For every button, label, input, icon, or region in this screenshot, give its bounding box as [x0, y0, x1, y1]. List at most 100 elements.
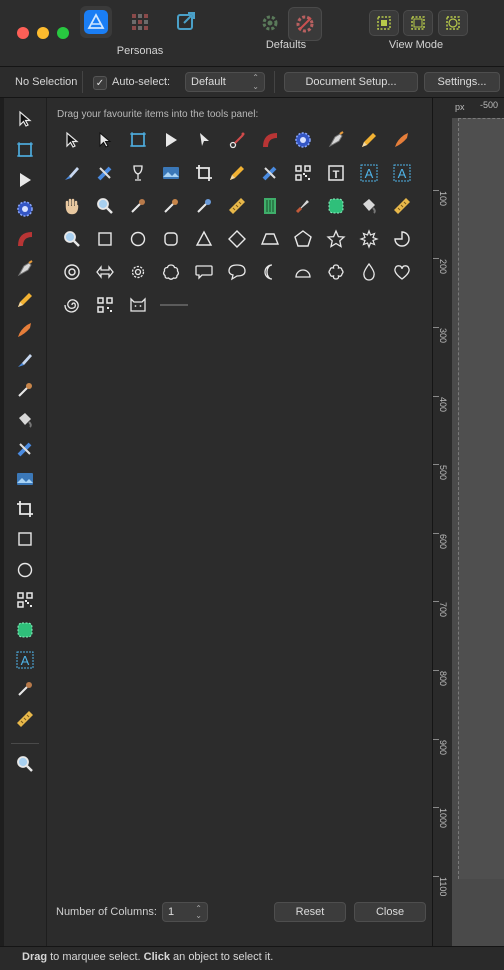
cloud-shape-tool-icon[interactable] — [157, 258, 185, 286]
zoom-window-button[interactable] — [57, 27, 69, 39]
toolbar-fill-bucket-tool-icon[interactable] — [10, 406, 40, 434]
color-picker-tool-icon[interactable] — [157, 192, 185, 220]
teardrop-tool-icon[interactable] — [355, 258, 383, 286]
pencil-tool-icon[interactable] — [223, 159, 251, 187]
toolbar-paint-brush-tool-icon[interactable] — [10, 346, 40, 374]
artboard[interactable] — [458, 118, 504, 879]
qr-code-tool-icon[interactable] — [289, 159, 317, 187]
hand-tool-icon[interactable] — [58, 192, 86, 220]
toolbar-corner-tool-icon[interactable] — [10, 166, 40, 194]
view-mode-separated-button[interactable] — [369, 10, 399, 36]
toolbar-ellipse-tool-icon[interactable] — [10, 556, 40, 584]
paint-mixer-tool-icon[interactable] — [91, 159, 119, 187]
toolbar-shape-builder-tool-icon[interactable] — [10, 616, 40, 644]
gradient-eyedropper-tool-icon[interactable] — [190, 192, 218, 220]
toolbar-zoom-tool-icon[interactable] — [10, 750, 40, 778]
toolbar-artistic-text-tool-icon[interactable]: A — [10, 646, 40, 674]
reset-button[interactable]: Reset — [274, 902, 346, 922]
minimize-window-button[interactable] — [37, 27, 49, 39]
toolbar-artboard-tool-icon[interactable] — [10, 136, 40, 164]
donut-tool-icon[interactable] — [58, 258, 86, 286]
auto-select-dropdown[interactable]: Default ⌃ ⌄ — [185, 72, 265, 92]
corner-tool-icon[interactable] — [157, 126, 185, 154]
artistic-text-tool-icon[interactable]: A — [355, 159, 383, 187]
toolbar-place-image-tool-icon[interactable] — [10, 465, 40, 493]
pentagon-tool-icon[interactable] — [289, 225, 317, 253]
point-transform-tool-icon[interactable] — [190, 126, 218, 154]
toolbar-transparency-tool-icon[interactable] — [10, 195, 40, 223]
brush-tool-icon[interactable] — [256, 159, 284, 187]
crop-tool-icon[interactable] — [190, 159, 218, 187]
settings-button[interactable]: Settings... — [424, 72, 500, 92]
toolbar-pencil-tool-icon[interactable] — [10, 286, 40, 314]
place-image-tool-icon[interactable] — [157, 159, 185, 187]
designer-persona-button[interactable] — [80, 6, 112, 38]
text-path-tool-icon[interactable]: A — [388, 159, 416, 187]
document-setup-button[interactable]: Document Setup... — [284, 72, 418, 92]
paint-brush-tool-icon[interactable] — [58, 159, 86, 187]
vector-brush-tool-icon[interactable] — [388, 126, 416, 154]
flower-tool-icon[interactable] — [322, 258, 350, 286]
toolbar-color-picker-tool-icon[interactable] — [10, 376, 40, 404]
double-arrow-tool-icon[interactable] — [91, 258, 119, 286]
node-tool-icon[interactable] — [91, 126, 119, 154]
zoom-tool-icon[interactable] — [91, 192, 119, 220]
close-window-button[interactable] — [17, 27, 29, 39]
callout-ellipse-tool-icon[interactable] — [223, 258, 251, 286]
toolbar-vector-pen-tool-icon[interactable] — [10, 255, 40, 283]
transparency-tool-icon[interactable] — [289, 126, 317, 154]
toolbar-fill-tool-icon[interactable] — [10, 225, 40, 253]
segment-tool-icon[interactable] — [289, 258, 317, 286]
ruler-tool-icon[interactable] — [388, 192, 416, 220]
toolbar-rectangle-tool-icon[interactable] — [10, 525, 40, 553]
toolbar-ruler-tool-icon[interactable] — [10, 705, 40, 733]
callout-rect-tool-icon[interactable] — [190, 258, 218, 286]
columns-stepper[interactable]: 1 ⌃ ⌄ — [162, 902, 208, 922]
vector-pen-tool-icon[interactable] — [322, 126, 350, 154]
measure-tool-icon[interactable] — [223, 192, 251, 220]
line-tool-icon[interactable] — [157, 291, 191, 319]
rectangle-tool-icon[interactable] — [91, 225, 119, 253]
fill-tool-icon[interactable] — [256, 126, 284, 154]
toolbar-vector-brush-tool-icon[interactable] — [10, 316, 40, 344]
defaults-reset-button[interactable] — [288, 7, 322, 41]
document-canvas[interactable] — [452, 118, 504, 946]
triangle-tool-icon[interactable] — [190, 225, 218, 253]
spiral-tool-icon[interactable] — [58, 291, 86, 319]
view-mode-wireframe-button[interactable] — [438, 10, 468, 36]
diamond-tool-icon[interactable] — [223, 225, 251, 253]
star-tool-icon[interactable] — [322, 225, 350, 253]
pencil-tool-icon[interactable] — [355, 126, 383, 154]
pixel-persona-button[interactable] — [124, 6, 156, 38]
toolbar-move-tool-icon[interactable] — [10, 105, 40, 133]
area-tool-icon[interactable] — [256, 192, 284, 220]
close-panel-button[interactable]: Close — [354, 902, 426, 922]
auto-select-checkbox[interactable]: ✓ — [93, 76, 107, 90]
cog-tool-icon[interactable] — [124, 258, 152, 286]
defaults-settings-button[interactable] — [254, 7, 286, 39]
zoom-tool-icon[interactable] — [58, 225, 86, 253]
toolbar-paint-mixer-tool-icon[interactable] — [10, 435, 40, 463]
knife-tool-icon[interactable] — [289, 192, 317, 220]
pie-tool-icon[interactable] — [388, 225, 416, 253]
frame-text-tool-icon[interactable]: T — [322, 159, 350, 187]
wineglass-place-tool-icon[interactable] — [124, 159, 152, 187]
pen-tool-anchor-icon[interactable] — [223, 126, 251, 154]
move-tool-icon[interactable] — [58, 126, 86, 154]
artboard-tool-icon[interactable] — [124, 126, 152, 154]
toolbar-eyedropper-tool-icon[interactable] — [10, 675, 40, 703]
toolbar-qr-code-tool-icon[interactable] — [10, 586, 40, 614]
qr-code-tool-icon[interactable] — [91, 291, 119, 319]
trapezoid-tool-icon[interactable] — [256, 225, 284, 253]
cat-tool-icon[interactable] — [124, 291, 152, 319]
heart-tool-icon[interactable] — [388, 258, 416, 286]
rounded-rectangle-tool-icon[interactable] — [157, 225, 185, 253]
crescent-tool-icon[interactable] — [256, 258, 284, 286]
sun-gear-tool-icon[interactable] — [355, 225, 383, 253]
ellipse-tool-icon[interactable] — [124, 225, 152, 253]
toolbar-crop-tool-icon[interactable] — [10, 495, 40, 523]
view-mode-outline-button[interactable] — [403, 10, 433, 36]
eyedropper-tool-icon[interactable] — [124, 192, 152, 220]
export-persona-button[interactable] — [170, 6, 202, 38]
shape-builder-tool-icon[interactable] — [322, 192, 350, 220]
